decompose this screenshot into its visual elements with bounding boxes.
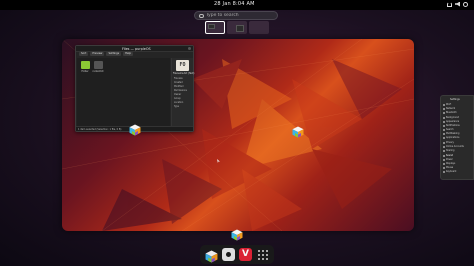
workspace-preview[interactable]: Files — purpleOS Sort Preview Settings H…: [62, 39, 414, 231]
settings-icon[interactable]: [222, 248, 235, 261]
window-toolbar: Sort Preview Settings Help: [76, 52, 195, 57]
property-label: File size: [174, 77, 183, 80]
file-item[interactable]: Folder: [79, 61, 91, 73]
settings-item[interactable]: Search: [443, 128, 454, 131]
file-list[interactable]: Folder rocket.txt: [77, 58, 170, 126]
sound-icon: [443, 154, 445, 157]
settings-item[interactable]: Network: [443, 107, 455, 110]
file-name: Folder: [81, 70, 89, 73]
workspace-thumbnail-3[interactable]: [249, 21, 269, 34]
preview-filename: Filename.txt (Text): [173, 72, 195, 75]
mini-window: [208, 24, 215, 29]
toolbar-button-settings[interactable]: Settings: [106, 52, 122, 56]
settings-window-peek[interactable]: Settings Wi-Fi Network Bluetooth Backgro…: [440, 95, 474, 180]
power-icon[interactable]: [463, 1, 468, 7]
settings-item[interactable]: Online Accounts: [443, 145, 464, 148]
vivaldi-icon[interactable]: [239, 248, 252, 261]
settings-item[interactable]: Notifications: [443, 124, 460, 127]
settings-item[interactable]: Applications: [443, 136, 459, 139]
settings-item[interactable]: Keyboard: [443, 170, 456, 173]
app-grid-icon[interactable]: [256, 248, 269, 261]
workspace-thumbnail-1[interactable]: [205, 21, 225, 34]
property-label: Modified: [174, 85, 184, 88]
clock[interactable]: 28 Jan 8:04 AM: [214, 1, 255, 7]
toolbar-button-sort[interactable]: Sort: [79, 52, 89, 56]
settings-item[interactable]: Power: [443, 158, 453, 161]
volume-icon[interactable]: [455, 1, 460, 7]
sharing-icon: [443, 149, 445, 152]
purpleos-cube-icon: [129, 121, 141, 136]
status-text: 1 item selected (Selection: 1 file, 0 B): [78, 128, 122, 131]
settings-item[interactable]: Mouse: [443, 166, 453, 169]
dash-app-purpleos[interactable]: [205, 248, 218, 263]
power-icon: [443, 158, 445, 161]
mouse-icon: [443, 166, 445, 169]
purpleos-cube-icon: [231, 226, 243, 241]
bluetooth-icon: [443, 111, 445, 114]
online-accounts-icon: [443, 145, 445, 148]
dash: [200, 245, 274, 264]
files-window[interactable]: Files — purpleOS Sort Preview Settings H…: [75, 45, 194, 132]
network-icon: [443, 107, 445, 110]
file-item[interactable]: rocket.txt: [92, 61, 104, 73]
toolbar-button-preview[interactable]: Preview: [90, 52, 105, 56]
workspace-thumbnail-2[interactable]: [227, 21, 247, 34]
folder-icon: [80, 61, 90, 69]
keyboard-icon: [443, 170, 445, 173]
property-label: Group: [174, 97, 181, 100]
system-tray[interactable]: [447, 1, 468, 7]
settings-item[interactable]: Sharing: [443, 149, 454, 152]
property-label: Location: [174, 101, 184, 104]
window-title: Files — purpleOS: [122, 46, 151, 51]
property-label: Type: [174, 105, 180, 108]
mini-window: [236, 25, 244, 32]
property-label: Created: [174, 81, 183, 84]
file-preview: FO: [176, 60, 189, 71]
settings-title: Settings: [450, 98, 460, 101]
close-icon[interactable]: [188, 47, 191, 50]
background-icon: [443, 116, 445, 119]
settings-item-selected[interactable]: Sound: [443, 154, 453, 157]
settings-item[interactable]: Privacy: [443, 141, 454, 144]
settings-item[interactable]: Appearance: [443, 120, 459, 123]
top-bar: 28 Jan 8:04 AM: [0, 0, 474, 10]
search-box[interactable]: [194, 11, 278, 20]
file-name: rocket.txt: [92, 70, 104, 73]
search-icon: [443, 128, 445, 131]
settings-item[interactable]: Bluetooth: [443, 111, 457, 114]
preview-pane: FO Filename.txt (Text) File size Created…: [171, 58, 195, 126]
settings-item[interactable]: Wi-Fi: [443, 103, 451, 106]
search-input[interactable]: [206, 12, 276, 19]
settings-item[interactable]: Displays: [443, 162, 455, 165]
search-icon: [199, 13, 204, 18]
displays-icon: [443, 162, 445, 165]
settings-item[interactable]: Multitasking: [443, 132, 459, 135]
privacy-icon: [443, 141, 445, 144]
appearance-icon: [443, 120, 445, 123]
multitasking-icon: [443, 132, 445, 135]
wifi-icon: [443, 103, 445, 106]
property-label: Permissions: [174, 89, 187, 92]
settings-item[interactable]: Background: [443, 116, 459, 119]
toolbar-button-help[interactable]: Help: [123, 52, 133, 56]
purpleos-cube-icon: [292, 123, 304, 138]
applications-icon: [443, 136, 445, 139]
notifications-icon: [443, 124, 445, 127]
file-icon: [93, 61, 103, 69]
property-label: Owner: [174, 93, 182, 96]
network-icon[interactable]: [447, 1, 452, 7]
purpleos-cube-icon: [205, 248, 218, 263]
